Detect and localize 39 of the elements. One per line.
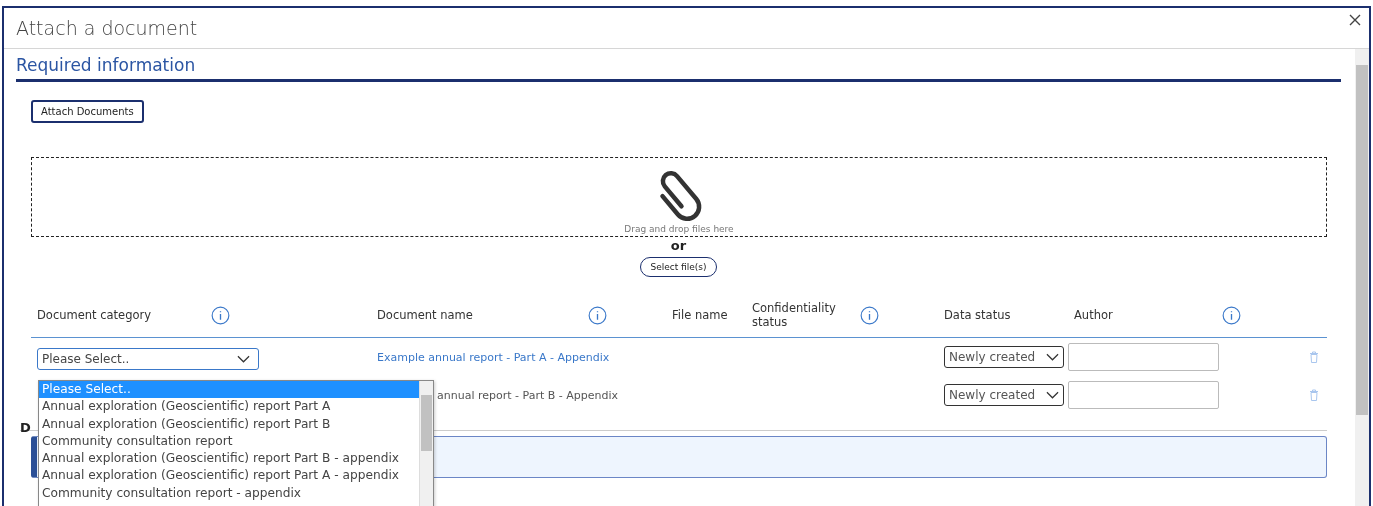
attach-documents-button[interactable]: Attach Documents: [31, 100, 144, 123]
dropdown-option[interactable]: Annual exploration (Geoscientific) report Part B: [39, 415, 419, 433]
dropdown-option[interactable]: Community consultation report - appendix: [39, 484, 419, 503]
close-icon[interactable]: [1349, 14, 1361, 26]
trash-icon[interactable]: [1309, 389, 1319, 401]
dropdown-option[interactable]: Annual exploration (Geoscientific) report Part A: [39, 398, 419, 416]
section-title: D: [20, 422, 31, 434]
section-title: Required information: [16, 55, 1341, 82]
dropdown-option[interactable]: Community consultation report: [39, 432, 419, 451]
info-icon[interactable]: [860, 305, 879, 325]
data-status-select[interactable]: Newly created: [944, 346, 1064, 368]
trash-icon[interactable]: [1309, 351, 1319, 363]
or-label: or: [670, 239, 687, 253]
scrollbar[interactable]: [1355, 49, 1369, 506]
drop-hint: Drag and drop files here: [624, 225, 734, 234]
column-header: Data status: [944, 308, 1011, 322]
column-header: Confidentiality status: [752, 301, 837, 329]
chevron-down-icon: [1046, 391, 1059, 399]
author-input[interactable]: [1068, 343, 1219, 371]
column-header: File name: [672, 308, 728, 322]
select-files-button[interactable]: Select file(s): [640, 257, 717, 277]
author-input[interactable]: [1068, 381, 1219, 409]
dropdown-option[interactable]: Annual exploration (Geoscientific) report Part B - appendix: [39, 450, 419, 468]
info-icon[interactable]: [1222, 305, 1241, 325]
info-icon[interactable]: [588, 305, 607, 325]
window-title: Attach a document: [16, 17, 198, 39]
column-header: Document name: [377, 308, 474, 322]
info-icon[interactable]: [211, 305, 230, 325]
column-header: Author: [1074, 308, 1114, 322]
document-name-link[interactable]: Example annual report - Part A - Appendix: [377, 350, 610, 364]
chevron-down-icon: [1046, 353, 1059, 361]
scrollbar[interactable]: [419, 381, 433, 506]
chevron-down-icon: [237, 355, 250, 363]
column-header: Document category: [37, 308, 153, 322]
document-name: annual report - Part B - Appendix: [436, 388, 618, 402]
drop-zone[interactable]: Drag and drop files here: [31, 157, 1327, 237]
data-status-select[interactable]: Newly created: [944, 384, 1064, 406]
category-select[interactable]: Please Select..: [37, 348, 259, 370]
dropdown-option[interactable]: Annual exploration (Geoscientific) report Part A - appendix: [39, 467, 419, 485]
